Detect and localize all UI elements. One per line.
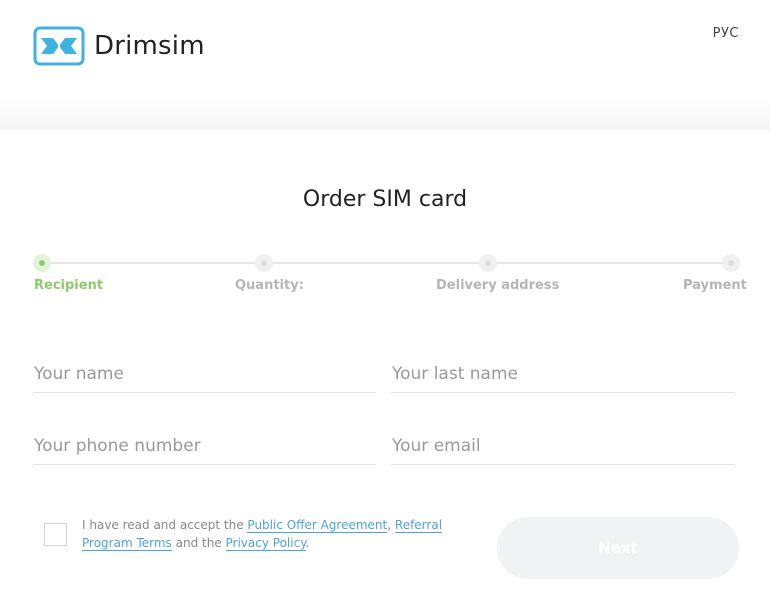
step-label-quantity: Quantity: <box>235 278 304 293</box>
consent-separator-2: and the <box>171 536 226 550</box>
step-label-payment: Payment <box>683 278 747 293</box>
order-stepper: Recipient Quantity: Delivery address Pay… <box>33 252 747 302</box>
consent-prefix: I have read and accept the <box>82 518 248 532</box>
consent-separator-1: , <box>387 518 395 532</box>
consent-text: I have read and accept the Public Offer … <box>82 516 452 552</box>
step-dot-payment <box>722 254 740 272</box>
step-dot-recipient <box>33 254 51 272</box>
phone-field <box>33 429 376 465</box>
logo[interactable]: Drimsim <box>33 26 205 66</box>
email-field <box>391 429 735 465</box>
page-title: Order SIM card <box>302 187 468 212</box>
step-label-recipient: Recipient <box>34 278 104 293</box>
consent-checkbox[interactable] <box>44 523 67 546</box>
sim-card-logo-icon <box>33 26 85 66</box>
brand-name: Drimsim <box>94 31 205 61</box>
language-switch[interactable]: РУС <box>713 26 739 41</box>
stepper-track <box>41 262 731 264</box>
email-input[interactable] <box>391 429 735 463</box>
step-dot-delivery <box>479 254 497 272</box>
phone-input[interactable] <box>33 429 376 463</box>
order-form-panel: Order SIM card Recipient Quantity: Deliv… <box>0 130 770 601</box>
step-label-delivery: Delivery address <box>436 278 560 293</box>
privacy-policy-link[interactable]: Privacy Policy <box>225 536 306 551</box>
last-name-input[interactable] <box>391 357 735 391</box>
consent-suffix: . <box>305 536 310 550</box>
first-name-input[interactable] <box>33 357 376 391</box>
step-dot-quantity <box>255 254 273 272</box>
public-offer-link[interactable]: Public Offer Agreement <box>247 518 388 533</box>
next-button[interactable]: Next <box>497 517 739 579</box>
header-divider <box>0 96 770 130</box>
last-name-field <box>391 357 735 393</box>
first-name-field <box>33 357 376 393</box>
